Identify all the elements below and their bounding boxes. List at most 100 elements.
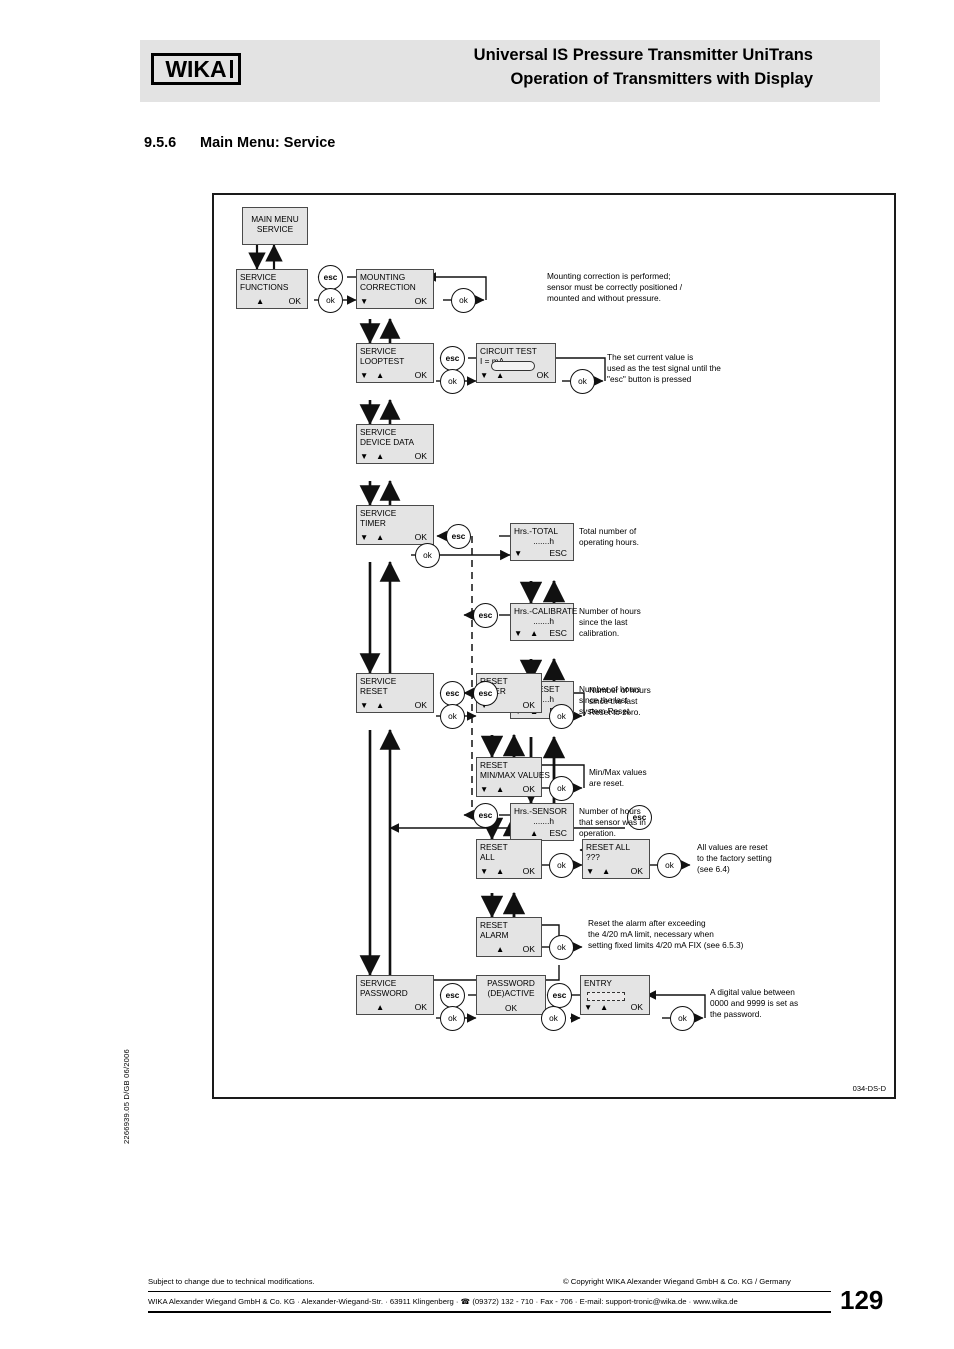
esc-button-service-looptest[interactable]: esc	[440, 346, 465, 371]
ok-button-service-timer[interactable]: ok	[415, 543, 440, 568]
ok-key-label: OK	[414, 700, 427, 711]
section-heading: 9.5.6 Main Menu: Service	[144, 135, 335, 151]
ok-label: ok	[326, 296, 335, 305]
esc-button-hrs-sensor[interactable]: esc	[473, 803, 498, 828]
ok-button-reset-all[interactable]: ok	[549, 853, 574, 878]
lcd-reset-all-confirm[interactable]: RESET ALL ??? ▼ ▲ OK	[582, 839, 650, 879]
esc-button-hrs-calibrate[interactable]: esc	[473, 603, 498, 628]
ok-button-circuit-test[interactable]: ok	[570, 369, 595, 394]
esc-key-label: ESC	[549, 828, 567, 839]
lcd-keys: ▼ ▲ OK	[584, 1002, 646, 1013]
lcd-reset-alarm[interactable]: RESET ALARM ▲ OK	[476, 917, 542, 957]
lcd-reset-minmax-values[interactable]: RESET MIN/MAX VALUES ▼ ▲ OK	[476, 757, 550, 797]
footer-copyright: © Copyright WIKA Alexander Wiegand GmbH …	[563, 1277, 791, 1286]
ok-button-entry[interactable]: ok	[670, 1006, 695, 1031]
header-title-line1: Universal IS Pressure Transmitter UniTra…	[473, 46, 813, 64]
lcd-line2: DEVICE DATA	[360, 437, 415, 448]
up-arrow-icon: ▲	[256, 296, 265, 307]
lcd-service-reset[interactable]: SERVICE RESET ▼ ▲ OK	[356, 673, 434, 713]
ok-button-password-deactive[interactable]: ok	[541, 1006, 566, 1031]
ok-button-service-functions[interactable]: ok	[318, 288, 343, 313]
lcd-keys: OK	[480, 1003, 542, 1013]
lcd-service-timer[interactable]: SERVICE TIMER ▼ ▲ OK	[356, 505, 434, 545]
esc-button-service-reset[interactable]: esc	[440, 681, 465, 706]
lcd-service-password[interactable]: SERVICE PASSWORD ▲ OK	[356, 975, 434, 1015]
ok-label: ok	[549, 1014, 558, 1023]
section-number: 9.5.6	[144, 135, 177, 151]
lcd-line2: ALL	[480, 852, 495, 863]
down-arrow-icon: ▼	[514, 548, 523, 559]
esc-label: esc	[478, 611, 493, 620]
up-arrow-icon: ▲	[496, 866, 505, 877]
esc-button-service-password[interactable]: esc	[440, 983, 465, 1008]
ok-button-reset-alarm[interactable]: ok	[549, 935, 574, 960]
down-arrow-icon: ▼	[586, 866, 595, 877]
up-arrow-icon: ▲	[376, 370, 385, 381]
diagram-id-label: 034-DS-D	[852, 1084, 886, 1093]
up-arrow-icon: ▲	[496, 944, 505, 955]
lcd-line2: .......h	[533, 816, 554, 827]
lcd-mounting-correction[interactable]: MOUNTING CORRECTION ▼ OK	[356, 269, 434, 309]
up-arrow-icon: ▲	[530, 628, 539, 639]
lcd-entry[interactable]: ENTRY ▼ ▲ OK	[580, 975, 650, 1015]
lcd-keys: ▼ ESC	[514, 548, 570, 559]
lcd-line1: MAIN MENU	[251, 214, 299, 224]
ok-button-reset-timer[interactable]: ok	[549, 704, 574, 729]
esc-button-hrs-total[interactable]: esc	[446, 524, 471, 549]
lcd-keys: ▲ OK	[240, 296, 304, 307]
lcd-hrs-total[interactable]: Hrs.-TOTAL .......h ▼ ESC	[510, 523, 574, 561]
up-arrow-icon: ▲	[600, 1002, 609, 1013]
service-menu-flow-diagram: MAIN MENU SERVICE SERVICE FUNCTIONS ▲ OK…	[212, 193, 896, 1099]
lcd-line1: CIRCUIT TEST	[480, 346, 537, 356]
document-code: 2266939.05 D/GB 06/2006	[122, 1049, 131, 1144]
lcd-line2: MIN/MAX VALUES	[480, 770, 550, 781]
lcd-line1: SERVICE	[360, 427, 397, 437]
ok-button-service-password[interactable]: ok	[440, 1006, 465, 1031]
lcd-line1: MOUNTING	[360, 272, 406, 282]
ok-label: ok	[448, 712, 457, 721]
ok-key-label: OK	[414, 451, 427, 462]
lcd-keys: ▼ ▲ OK	[360, 451, 430, 462]
up-arrow-icon: ▲	[376, 700, 385, 711]
ok-button-reset-minmax[interactable]: ok	[549, 776, 574, 801]
esc-button-service-functions[interactable]: esc	[318, 265, 343, 290]
down-arrow-icon: ▼	[360, 532, 369, 543]
lcd-line2: RESET	[360, 686, 388, 697]
esc-button-hrs-reset[interactable]: esc	[473, 681, 498, 706]
note-circuit-test: The set current value is used as the tes…	[607, 352, 721, 384]
ok-label: ok	[557, 712, 566, 721]
down-arrow-icon: ▼	[514, 628, 523, 639]
down-arrow-icon: ▼	[584, 1002, 593, 1013]
lcd-circuit-test[interactable]: CIRCUIT TEST I = mA ▼ ▲ OK	[476, 343, 556, 383]
lcd-hrs-sensor[interactable]: Hrs.-SENSOR .......h ▲ ESC	[510, 803, 574, 841]
lcd-line2: ALARM	[480, 930, 509, 941]
ok-key-label: OK	[522, 700, 535, 711]
lcd-reset-all[interactable]: RESET ALL ▼ ▲ OK	[476, 839, 542, 879]
esc-button-password-deactive[interactable]: esc	[547, 983, 572, 1008]
lcd-line1: ENTRY	[584, 978, 612, 988]
ok-button-service-looptest[interactable]: ok	[440, 369, 465, 394]
lcd-line1: RESET	[480, 920, 508, 930]
down-arrow-icon: ▼	[480, 784, 489, 795]
lcd-service-functions[interactable]: SERVICE FUNCTIONS ▲ OK	[236, 269, 308, 309]
lcd-line1: SERVICE	[360, 508, 397, 518]
esc-label: esc	[478, 689, 493, 698]
lcd-line1: RESET	[480, 760, 508, 770]
lcd-service-looptest[interactable]: SERVICE LOOPTEST ▼ ▲ OK	[356, 343, 434, 383]
lcd-keys: ▼ ▲ OK	[480, 784, 538, 795]
ok-label: ok	[448, 377, 457, 386]
lcd-password-deactive[interactable]: PASSWORD (DE)ACTIVE OK	[476, 975, 546, 1015]
esc-label: esc	[552, 991, 567, 1000]
lcd-hrs-calibrate[interactable]: Hrs.-CALIBRATE .......h ▼ ▲ ESC	[510, 603, 577, 641]
lcd-main-menu-service[interactable]: MAIN MENU SERVICE	[242, 207, 308, 245]
note-hrs-calibrate: Number of hours since the last calibrati…	[579, 606, 641, 638]
lcd-keys: ▼ ▲ OK	[480, 866, 538, 877]
lcd-line2: (DE)ACTIVE	[487, 988, 535, 999]
lcd-service-device-data[interactable]: SERVICE DEVICE DATA ▼ ▲ OK	[356, 424, 434, 464]
lcd-line2: .......h	[533, 536, 554, 547]
ok-button-reset-all-confirm[interactable]: ok	[657, 853, 682, 878]
ok-button-mounting-correction[interactable]: ok	[451, 288, 476, 313]
note-hrs-total: Total number of operating hours.	[579, 526, 639, 547]
ok-label: ok	[557, 861, 566, 870]
ok-button-service-reset[interactable]: ok	[440, 704, 465, 729]
